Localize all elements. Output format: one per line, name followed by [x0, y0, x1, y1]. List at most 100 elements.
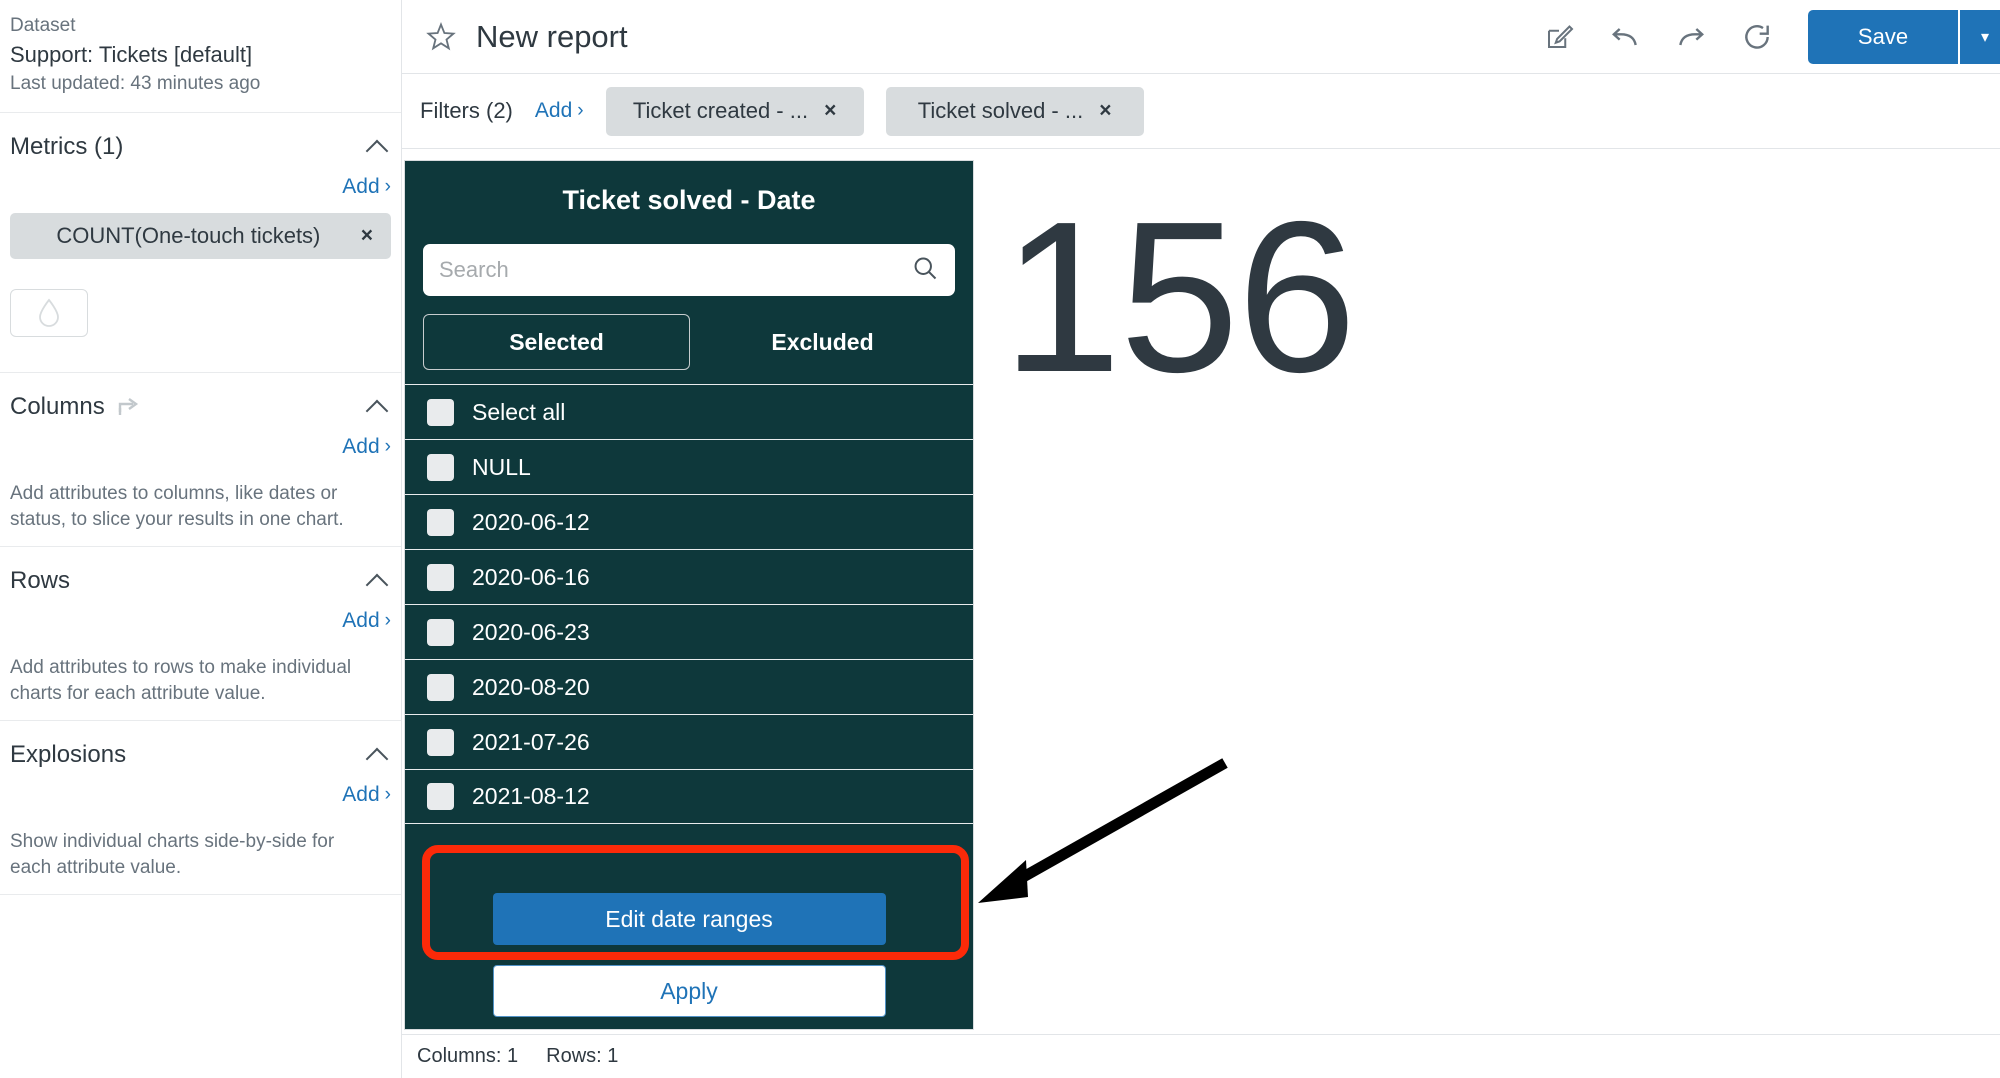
search-input[interactable]: [439, 257, 903, 283]
checkbox[interactable]: [427, 618, 454, 646]
columns-hint: Add attributes to columns, like dates or…: [10, 483, 344, 530]
filter-chip-ticket-solved[interactable]: Ticket solved - ... ×: [885, 86, 1144, 136]
checkbox[interactable]: [427, 673, 454, 701]
tab-selected[interactable]: Selected: [423, 314, 690, 370]
checkbox[interactable]: [427, 563, 454, 591]
metric-chip-remove-icon[interactable]: ×: [361, 224, 373, 248]
list-item[interactable]: 2021-07-26: [405, 714, 973, 769]
redo-icon[interactable]: [1662, 8, 1720, 66]
metric-big-number: 156: [1002, 176, 1357, 417]
dataset-block: Dataset Support: Tickets [default] Last …: [0, 0, 401, 113]
rows-header: Rows: [10, 561, 391, 601]
save-dropdown-chevron-down-icon[interactable]: ▾: [1958, 9, 2000, 64]
filter-chip-remove-icon[interactable]: ×: [1099, 99, 1111, 123]
rows-add-label: Add: [342, 609, 380, 632]
rows-title: Rows: [10, 567, 71, 594]
filter-chip-ticket-created[interactable]: Ticket created - ... ×: [605, 86, 864, 136]
filter-value-list: Select all NULL 2020-06-12 2020-06-16 20…: [405, 384, 973, 893]
chevron-right-icon: ›: [384, 176, 391, 197]
refresh-icon[interactable]: [1728, 8, 1786, 66]
status-columns-count: Columns: 1: [417, 1045, 519, 1067]
explosions-add-button[interactable]: Add ›: [342, 783, 391, 807]
filter-search-box[interactable]: [423, 244, 955, 296]
checkbox[interactable]: [427, 783, 454, 810]
explosions-hint: Show individual charts side-by-side for …: [10, 831, 335, 878]
rows-collapse-chevron-up-icon[interactable]: [365, 568, 391, 594]
list-item-label: 2021-08-12: [472, 783, 590, 809]
list-item-select-all[interactable]: Select all: [405, 384, 973, 439]
chevron-right-icon: ›: [384, 436, 391, 457]
columns-collapse-chevron-up-icon[interactable]: [365, 394, 391, 420]
chevron-right-icon: ›: [384, 610, 391, 631]
columns-add-button[interactable]: Add ›: [342, 435, 391, 459]
favorite-star-icon[interactable]: [424, 20, 458, 54]
dataset-last-updated: Last updated: 43 minutes ago: [10, 73, 261, 94]
rows-hint: Add attributes to rows to make individua…: [10, 657, 352, 704]
list-item[interactable]: 2021-08-12: [405, 769, 973, 824]
page-title[interactable]: New report: [476, 19, 628, 55]
chevron-right-icon: ›: [384, 784, 391, 805]
metrics-collapse-chevron-up-icon[interactable]: [365, 134, 391, 160]
edit-pencil-icon[interactable]: [1530, 8, 1588, 66]
filter-chip-remove-icon[interactable]: ×: [824, 99, 836, 123]
list-item[interactable]: 2020-08-20: [405, 659, 973, 714]
swap-rows-columns-icon[interactable]: [115, 394, 141, 420]
columns-title-wrap: Columns: [10, 393, 141, 421]
report-builder-app: Dataset Support: Tickets [default] Last …: [0, 0, 2000, 1078]
metric-chip[interactable]: COUNT(One-touch tickets) ×: [10, 213, 391, 259]
dataset-label: Dataset: [10, 15, 76, 36]
columns-add-label: Add: [342, 435, 380, 458]
columns-add-row: Add ›: [10, 427, 391, 459]
list-item-label: 2020-06-12: [472, 508, 590, 535]
left-sidebar: Dataset Support: Tickets [default] Last …: [0, 0, 402, 1078]
filter-chip-label: Ticket solved - ...: [917, 98, 1084, 123]
list-item-label: NULL: [472, 453, 531, 480]
metrics-add-row: Add ›: [10, 167, 391, 199]
list-item-label: 2020-08-20: [472, 673, 590, 700]
rows-add-row: Add ›: [10, 601, 391, 633]
columns-section: Columns Add › Add attributes to columns,…: [0, 373, 401, 547]
rows-section: Rows Add › Add attributes to rows to mak…: [0, 547, 401, 721]
metrics-section: Metrics (1) Add › COUNT(One-touch ticket…: [0, 113, 401, 373]
metrics-title: Metrics (1): [10, 133, 124, 160]
explosions-add-row: Add ›: [10, 775, 391, 807]
list-item-label: Select all: [472, 398, 566, 425]
filter-panel-actions: Edit date ranges Apply: [405, 893, 973, 1029]
filter-panel-tabs: Selected Excluded: [423, 314, 955, 370]
list-item[interactable]: 2020-06-16: [405, 549, 973, 604]
droplet-icon: [39, 298, 59, 327]
columns-header: Columns: [10, 387, 391, 427]
metrics-add-button[interactable]: Add ›: [342, 175, 391, 199]
checkbox[interactable]: [427, 728, 454, 756]
filter-dropdown-panel: Ticket solved - Date Selected Excluded S…: [404, 160, 974, 1030]
rows-add-button[interactable]: Add ›: [342, 609, 391, 633]
explosions-collapse-chevron-up-icon[interactable]: [365, 742, 391, 768]
undo-icon[interactable]: [1596, 8, 1654, 66]
explosions-header: Explosions: [10, 735, 391, 775]
save-button[interactable]: Save: [1808, 9, 1958, 64]
checkbox[interactable]: [427, 398, 454, 426]
droplet-button[interactable]: [10, 289, 88, 337]
list-item-label: 2021-07-26: [472, 728, 590, 755]
checkbox[interactable]: [427, 508, 454, 536]
list-item[interactable]: 2020-06-12: [405, 494, 973, 549]
explosions-add-label: Add: [342, 783, 380, 806]
tab-excluded[interactable]: Excluded: [690, 314, 955, 370]
columns-title: Columns: [10, 393, 105, 420]
apply-button[interactable]: Apply: [492, 965, 886, 1017]
list-item-label: 2020-06-16: [472, 563, 590, 590]
filter-panel-title: Ticket solved - Date: [562, 185, 816, 215]
metric-chip-label: COUNT(One-touch tickets): [56, 223, 321, 248]
list-item[interactable]: 2020-06-23: [405, 604, 973, 659]
checkbox[interactable]: [427, 453, 454, 481]
status-bar: Columns: 1 Rows: 1: [402, 1034, 2000, 1078]
list-item-label: 2020-06-23: [472, 618, 590, 645]
top-toolbar: New report Save ▾: [402, 0, 2000, 74]
edit-date-ranges-button[interactable]: Edit date ranges: [492, 893, 886, 945]
metrics-header: Metrics (1): [10, 127, 391, 167]
filters-add-button[interactable]: Add ›: [535, 99, 584, 123]
explosions-section: Explosions Add › Show individual charts …: [0, 721, 401, 895]
metrics-add-label: Add: [342, 175, 380, 198]
filters-label: Filters (2): [420, 98, 513, 123]
list-item[interactable]: NULL: [405, 439, 973, 494]
